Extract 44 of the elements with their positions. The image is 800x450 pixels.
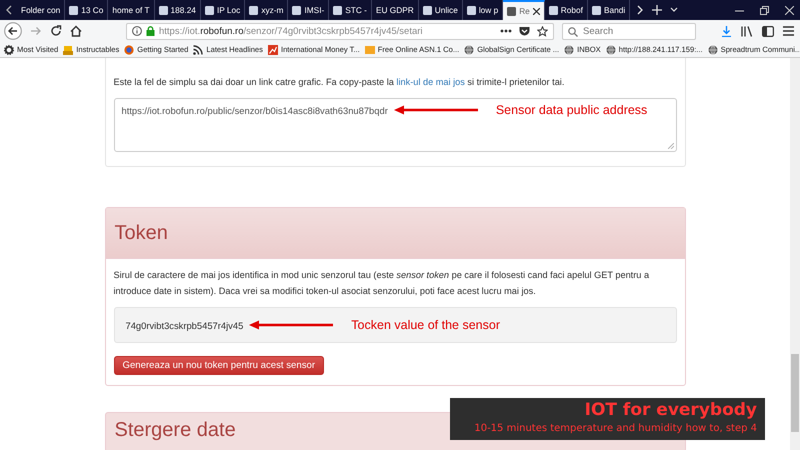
new-tab-icon[interactable]	[652, 5, 662, 15]
home-icon[interactable]	[70, 25, 82, 37]
download-icon[interactable]	[721, 26, 732, 36]
generate-token-button[interactable]: Genereaza un nou token pentru acest sensor	[114, 356, 324, 375]
annotation-label: Sensor data public address	[496, 103, 648, 117]
gear-icon	[4, 44, 14, 54]
url-text-area[interactable]: https://iot.robofun.ro/public/senzor/b0is14asc8i8vath63nu87bqdr Sensor data public address	[114, 98, 676, 152]
close-icon[interactable]	[532, 8, 540, 14]
globe-icon	[564, 44, 574, 54]
globe-icon	[708, 44, 718, 54]
scrollbar-thumb[interactable]	[791, 354, 799, 432]
restore-icon[interactable]	[760, 6, 769, 14]
panel-title: Stergere date	[114, 419, 236, 442]
padlock-icon	[146, 26, 155, 36]
rss-icon	[193, 44, 204, 54]
pocket-icon[interactable]	[519, 26, 530, 36]
scrollbar[interactable]	[790, 58, 800, 450]
chart-icon	[268, 44, 278, 54]
library-icon[interactable]	[741, 26, 753, 36]
menu-icon[interactable]	[783, 26, 794, 36]
address-bar[interactable]: https://iot.robofun.ro/senzor/74g0rvibt3cskrpb5457r4jv45/setari	[126, 22, 554, 40]
back-icon[interactable]	[4, 22, 22, 40]
reload-icon[interactable]	[50, 25, 62, 37]
token-text: 74g0rvibt3cskrpb5457r4jv45	[126, 320, 244, 330]
caption-title: IOT for everybody	[584, 399, 757, 421]
sidebar-icon[interactable]	[762, 26, 774, 36]
dropdown-icon[interactable]	[670, 7, 678, 13]
link[interactable]: link-ul de mai jos	[396, 77, 465, 87]
annotation-label: Tocken value of the sensor	[351, 318, 500, 332]
star-icon[interactable]	[537, 26, 548, 36]
public-url-text: https://iot.robofun.ro/public/senzor/b0is14asc8i8vath63nu87bqdr	[122, 104, 388, 116]
browser-tab[interactable]: Re	[503, 0, 545, 20]
description-text: Sirul de caractere de mai jos identifica in mod unic senzorul tau (este sensor token pe care il folosesti cand faci apelul GET pentru a introduce date in sistem). Daca vrei sa modifici token-ul asociat senzorului, poti face acest lucru mai jos.	[114, 269, 650, 298]
globe-icon	[464, 44, 474, 54]
resize-grip-icon	[668, 143, 674, 149]
description-text: Este la fel de simplu sa dai doar un link catre grafic. Fa copy-paste la link-ul de mai jos si trimite-l prietenilor tai.	[114, 76, 566, 89]
globe-icon	[606, 44, 616, 54]
caption-subtitle: 10-15 minutes temperature and humidity how to, step 4	[473, 422, 757, 436]
search-field[interactable]: Search	[562, 22, 696, 40]
chevron-right-icon[interactable]	[636, 5, 644, 15]
more-icon[interactable]	[500, 29, 512, 33]
scroll-left-icon[interactable]	[5, 5, 13, 15]
panel-title: Token	[114, 222, 168, 244]
info-icon	[132, 26, 142, 36]
